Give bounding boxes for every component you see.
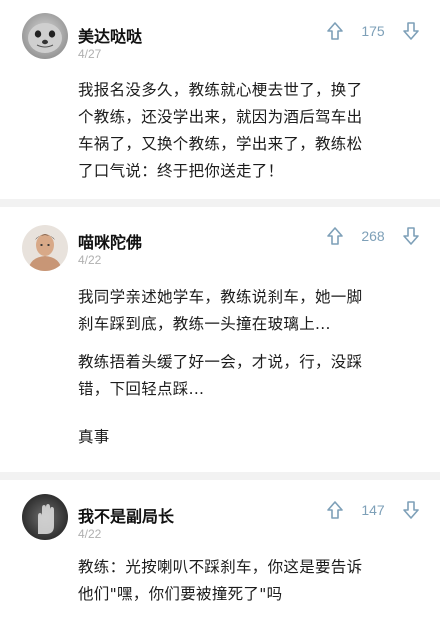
comment-paragraph: 教练捂着头缓了好一会，才说，行，没踩 错，下回轻点踩...: [78, 353, 363, 398]
comment-text: 我报名没多久，教练就心梗去世了，换了 个教练，还没学出来，就因为酒后驾车出 车祸…: [78, 81, 363, 180]
arrow-down-icon[interactable]: [400, 225, 422, 247]
username[interactable]: 喵咪陀佛: [78, 229, 142, 253]
hand-avatar-image: [22, 494, 68, 540]
seal-avatar-image: [22, 13, 68, 59]
username[interactable]: 美达哒哒: [78, 23, 142, 47]
vote-count: 268: [361, 228, 385, 244]
comment-feed: 美达哒哒 4/27 175 我报名没多久，教练就心梗去世了，换了 个教练，还没学…: [0, 0, 440, 621]
arrow-up-icon[interactable]: [324, 499, 346, 521]
comment-paragraph: 我同学亲述她学车，教练说刹车，她一脚 刹车踩到底，教练一头撞在玻璃上...: [78, 288, 363, 333]
vote-count: 147: [361, 502, 385, 518]
comment-text: 教练：光按喇叭不踩刹车，你这是要告诉 他们"嘿，你们要被撞死了"吗: [78, 558, 363, 603]
person-avatar-image: [22, 225, 68, 271]
comment-card: 美达哒哒 4/27 175 我报名没多久，教练就心梗去世了，换了 个教练，还没学…: [0, 0, 440, 199]
avatar[interactable]: [22, 13, 68, 59]
post-date: 4/27: [78, 47, 102, 61]
arrow-down-icon[interactable]: [400, 20, 422, 42]
comment-card: 喵咪陀佛 4/22 268 我同学亲述她学车，教练说刹车，她一脚 刹车踩到底，教…: [0, 207, 440, 472]
avatar[interactable]: [22, 225, 68, 271]
avatar[interactable]: [22, 494, 68, 540]
arrow-up-icon[interactable]: [324, 225, 346, 247]
post-date: 4/22: [78, 253, 102, 267]
vote-count: 175: [361, 23, 385, 39]
username[interactable]: 我不是副局长: [78, 503, 174, 527]
arrow-down-icon[interactable]: [400, 499, 422, 521]
vote-control: 175: [324, 19, 422, 43]
vote-control: 147: [324, 498, 422, 522]
comment-card: 我不是副局长 4/22 147 教练：光按喇叭不踩刹车，你这是要告诉 他们"嘿，…: [0, 480, 440, 621]
vote-control: 268: [324, 224, 422, 248]
arrow-up-icon[interactable]: [324, 20, 346, 42]
post-date: 4/22: [78, 527, 102, 541]
comment-paragraph: 真事: [78, 428, 110, 446]
